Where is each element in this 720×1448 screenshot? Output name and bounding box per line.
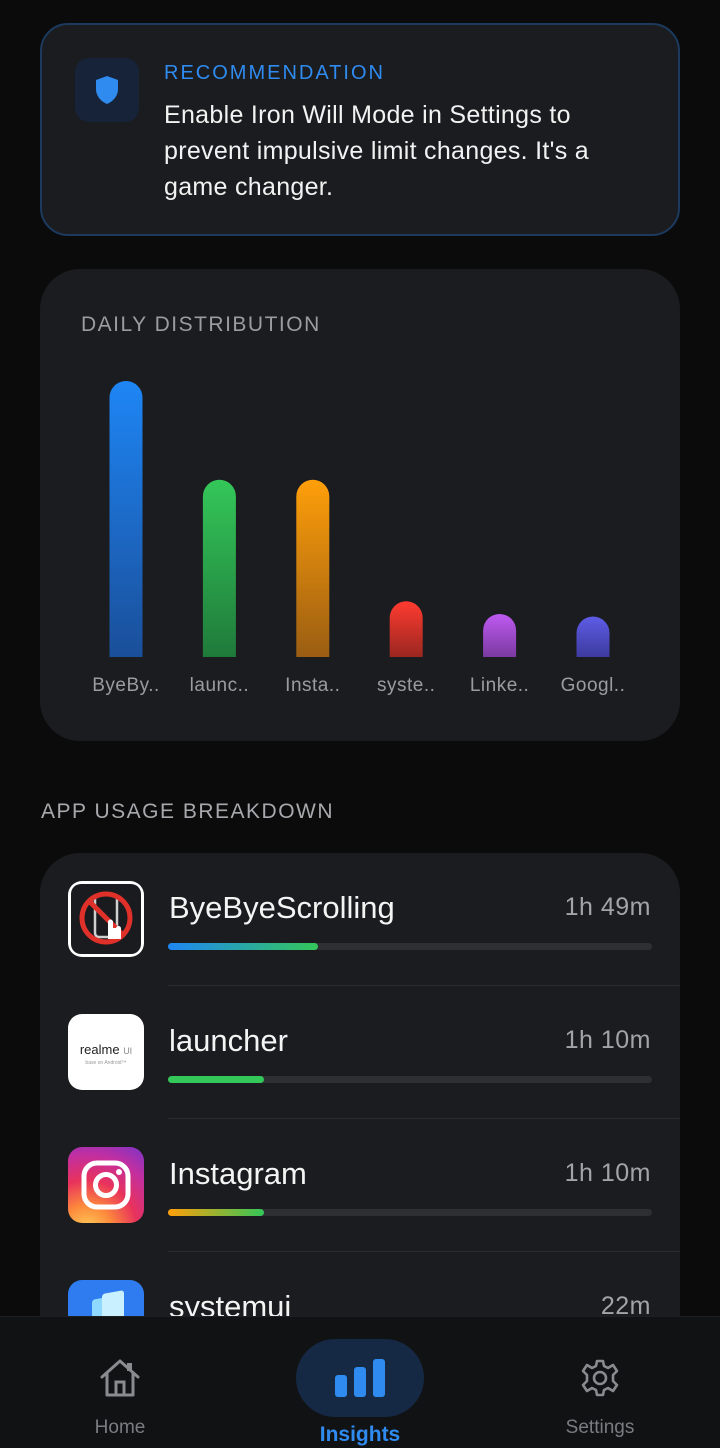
chart-bar xyxy=(109,381,143,657)
chart-tick-label: Googl.. xyxy=(561,675,626,696)
bottom-navigation: Home Insights Settings xyxy=(0,1316,720,1448)
no-scroll-phone-icon xyxy=(68,881,144,957)
gear-icon xyxy=(536,1339,664,1417)
realme-logo-ui-text: UI xyxy=(123,1046,133,1056)
chart-bar xyxy=(483,613,517,657)
recommendation-card[interactable]: RECOMMENDATION Enable Iron Will Mode in … xyxy=(40,23,680,236)
chart-tick-label: Insta.. xyxy=(285,675,340,696)
chart-tick-label: ByeBy.. xyxy=(92,675,160,696)
usage-bar xyxy=(168,1076,652,1083)
list-item[interactable]: ByeByeScrolling 1h 49m xyxy=(40,853,680,986)
distribution-chart: ByeBy.. launc.. Insta.. syste.. Linke.. Googl… xyxy=(92,381,626,696)
realme-ui-icon: realme UI base on Android™ xyxy=(68,1014,144,1090)
list-item[interactable]: Instagram 1h 10m xyxy=(40,1119,680,1252)
nav-insights[interactable]: Insights xyxy=(240,1317,480,1448)
app-name: ByeByeScrolling xyxy=(169,890,395,925)
bar-chart-icon xyxy=(296,1339,424,1417)
insights-screen: RECOMMENDATION Enable Iron Will Mode in … xyxy=(0,0,720,1448)
home-icon xyxy=(56,1339,184,1417)
chart-bar xyxy=(389,601,423,657)
chart-bar xyxy=(202,479,236,657)
realme-logo-subtext: base on Android™ xyxy=(85,1060,127,1066)
usage-bar xyxy=(168,1209,652,1216)
app-usage-list: ByeByeScrolling 1h 49m realme UI base on… xyxy=(40,853,680,1373)
chart-tick-label: Linke.. xyxy=(470,675,529,696)
app-time: 1h 10m xyxy=(564,1159,651,1187)
nav-insights-label: Insights xyxy=(319,1423,401,1446)
shield-icon xyxy=(75,58,139,122)
daily-distribution-card: DAILY DISTRIBUTION ByeBy.. launc.. Insta..… xyxy=(40,269,680,741)
chart-bar xyxy=(296,479,330,657)
nav-settings-label: Settings xyxy=(565,1417,635,1438)
nav-home-label: Home xyxy=(94,1417,146,1438)
section-heading: APP USAGE BREAKDOWN xyxy=(41,800,335,823)
nav-settings[interactable]: Settings xyxy=(480,1317,720,1448)
app-time: 1h 49m xyxy=(564,893,651,921)
app-time: 1h 10m xyxy=(564,1026,651,1054)
usage-bar-fill xyxy=(168,1076,264,1083)
chart-tick-label: launc.. xyxy=(190,675,249,696)
list-item[interactable]: realme UI base on Android™ launcher 1h 1… xyxy=(40,986,680,1119)
realme-logo-text: realme xyxy=(79,1042,120,1057)
chart-bar xyxy=(576,616,610,657)
usage-bar xyxy=(168,943,652,950)
app-name: launcher xyxy=(169,1023,288,1058)
chart-tick-label: syste.. xyxy=(377,675,435,696)
usage-bar-fill xyxy=(168,1209,264,1216)
recommendation-text: Enable Iron Will Mode in Settings to pre… xyxy=(164,101,589,201)
instagram-icon xyxy=(68,1147,144,1223)
usage-bar-fill xyxy=(168,943,318,950)
nav-home[interactable]: Home xyxy=(0,1317,240,1448)
app-name: Instagram xyxy=(169,1156,307,1191)
recommendation-label: RECOMMENDATION xyxy=(164,62,385,84)
